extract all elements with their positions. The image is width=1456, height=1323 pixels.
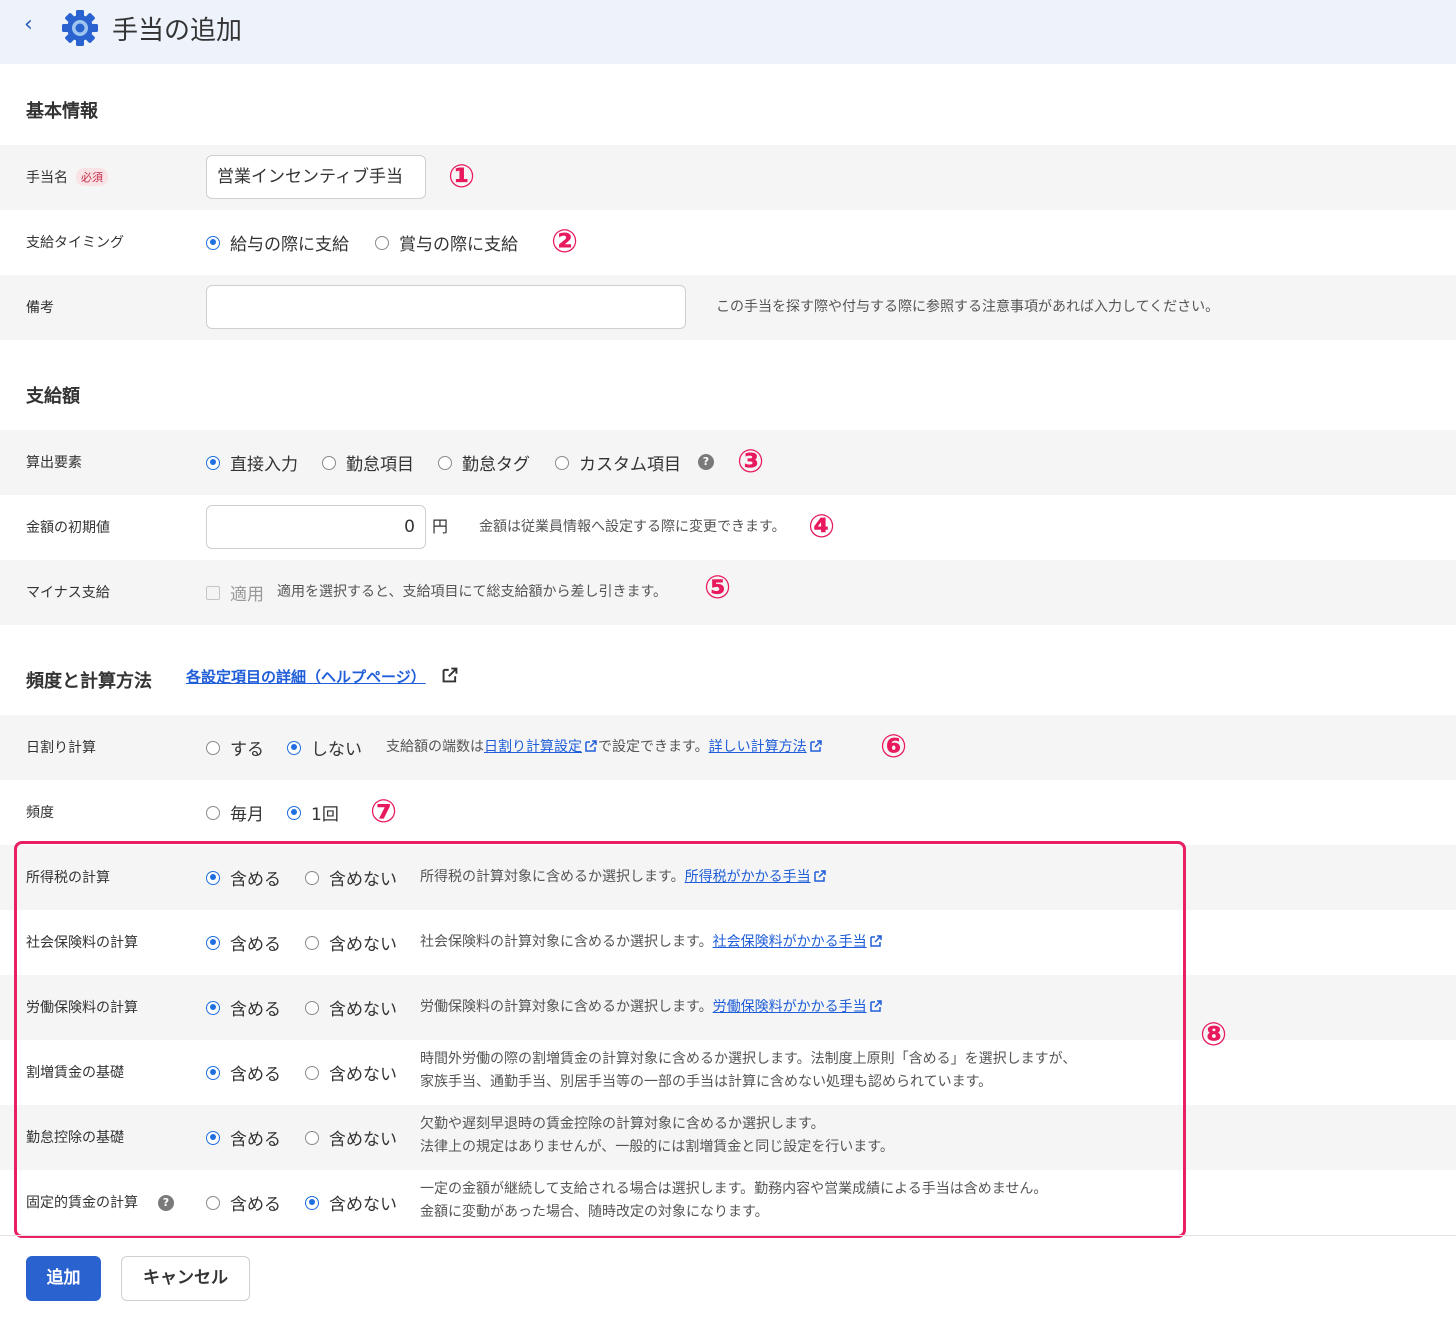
daily-calc-label: 日割り計算 — [26, 740, 96, 756]
initial-amount-label: 金額の初期値 — [26, 520, 110, 536]
initial-amount-note: 金額は従業員情報へ設定する際に変更できます。 — [479, 519, 786, 535]
minus-payment-label: マイナス支給 — [26, 585, 110, 601]
allowance-name-input[interactable]: 営業インセンティブ手当 — [206, 155, 426, 199]
back-button[interactable]: ‹ — [24, 12, 33, 37]
calc-custom-item-radio[interactable]: カスタム項目 — [555, 450, 681, 475]
radio-selected-icon — [206, 455, 220, 470]
checkbox-icon — [206, 585, 220, 600]
gear-icon — [62, 10, 98, 46]
frequency-monthly-label: 毎月 — [230, 805, 264, 825]
row-minus-payment: マイナス支給 適用 適用を選択すると、支給項目にて総支給額から差し引きます。 ⑤ — [0, 560, 1456, 625]
radio-selected-icon — [287, 805, 301, 820]
calc-attendance-item-radio[interactable]: 勤怠項目 — [322, 450, 414, 475]
calc-element-label: 算出要素 — [26, 455, 82, 471]
annotation-1: ① — [448, 157, 476, 195]
calc-attendance-tag-label: 勤怠タグ — [462, 455, 530, 475]
add-button[interactable]: 追加 — [26, 1256, 101, 1301]
annotation-2: ② — [551, 222, 579, 260]
calc-attendance-item-label: 勤怠項目 — [346, 455, 414, 475]
radio-selected-icon — [206, 235, 220, 250]
row-frequency: 頻度 毎月 1回 ⑦ — [0, 780, 1456, 845]
page-header: ‹ 手当の追加 — [0, 0, 1456, 64]
calc-direct-radio[interactable]: 直接入力 — [206, 450, 298, 475]
cancel-button[interactable]: キャンセル — [121, 1256, 250, 1301]
calc-method-link[interactable]: 詳しい計算方法 — [709, 739, 807, 755]
external-link-icon — [585, 740, 597, 752]
frequency-label: 頻度 — [26, 805, 54, 821]
memo-input[interactable] — [206, 285, 686, 329]
daily-no-radio[interactable]: しない — [287, 735, 362, 760]
annotation-3: ③ — [737, 442, 765, 480]
help-page-link-wrap[interactable]: 各設定項目の詳細（ヘルプページ） — [186, 666, 459, 689]
daily-calc-note: 支給額の端数は日割り計算設定 で設定できます。詳しい計算方法 — [386, 736, 823, 759]
radio-icon — [206, 805, 220, 820]
row-memo: 備考 この手当を探す際や付与する際に参照する注意事項があれば入力してください。 — [0, 275, 1456, 340]
timing-bonus-label: 賞与の際に支給 — [399, 235, 518, 255]
calc-custom-item-label: カスタム項目 — [579, 455, 681, 475]
section-frequency-title: 頻度と計算方法 — [26, 671, 152, 692]
row-allowance-name: 手当名 必須 営業インセンティブ手当 ① — [0, 145, 1456, 210]
frequency-once-label: 1回 — [311, 805, 339, 825]
row-calc-element: 算出要素 直接入力 勤怠項目 勤怠タグ カスタム項目 ? ③ — [0, 430, 1456, 495]
help-page-link[interactable]: 各設定項目の詳細（ヘルプページ） — [186, 668, 426, 686]
timing-salary-radio[interactable]: 給与の際に支給 — [206, 230, 349, 255]
minus-apply-label: 適用 — [230, 585, 264, 605]
daily-no-label: しない — [311, 740, 362, 760]
radio-icon — [555, 455, 569, 470]
timing-bonus-radio[interactable]: 賞与の際に支給 — [375, 230, 518, 255]
initial-amount-input[interactable]: 0 — [206, 505, 426, 549]
frequency-once-radio[interactable]: 1回 — [287, 800, 339, 825]
minus-apply-checkbox[interactable]: 適用 — [206, 580, 264, 605]
footer-divider — [0, 1235, 1456, 1236]
section-basic-title: 基本情報 — [26, 101, 98, 122]
help-icon[interactable]: ? — [698, 454, 714, 470]
section-amount-title: 支給額 — [26, 386, 80, 407]
annotation-5: ⑤ — [704, 568, 732, 606]
allowance-name-label: 手当名 必須 — [26, 167, 108, 187]
annotation-7: ⑦ — [370, 792, 398, 830]
yen-unit: 円 — [432, 517, 449, 536]
daily-calc-settings-link[interactable]: 日割り計算設定 — [484, 739, 582, 755]
memo-label: 備考 — [26, 300, 54, 316]
payment-timing-label: 支給タイミング — [26, 235, 124, 251]
row-initial-amount: 金額の初期値 0 円 金額は従業員情報へ設定する際に変更できます。 ④ — [0, 495, 1456, 560]
radio-icon — [375, 235, 389, 250]
daily-yes-radio[interactable]: する — [206, 735, 264, 760]
radio-selected-icon — [287, 740, 301, 755]
external-link-icon — [809, 740, 822, 752]
timing-salary-label: 給与の際に支給 — [230, 235, 349, 255]
row-daily-calc: 日割り計算 する しない 支給額の端数は日割り計算設定 で設定できます。詳しい計算… — [0, 715, 1456, 780]
minus-payment-note: 適用を選択すると、支給項目にて総支給額から差し引きます。 — [277, 584, 668, 600]
radio-icon — [438, 455, 452, 470]
page-title: 手当の追加 — [112, 16, 243, 46]
memo-note: この手当を探す際や付与する際に参照する注意事項があれば入力してください。 — [716, 299, 1220, 315]
external-link-icon — [442, 667, 458, 683]
radio-icon — [206, 740, 220, 755]
daily-yes-label: する — [230, 740, 264, 760]
annotation-4: ④ — [808, 507, 836, 545]
required-badge: 必須 — [76, 168, 108, 186]
highlight-box — [14, 841, 1186, 1238]
calc-attendance-tag-radio[interactable]: 勤怠タグ — [438, 450, 530, 475]
annotation-6: ⑥ — [880, 727, 908, 765]
calc-direct-label: 直接入力 — [230, 455, 298, 475]
frequency-monthly-radio[interactable]: 毎月 — [206, 800, 264, 825]
radio-icon — [322, 455, 336, 470]
annotation-8: ⑧ — [1200, 1015, 1228, 1053]
row-payment-timing: 支給タイミング 給与の際に支給 賞与の際に支給 ② — [0, 210, 1456, 275]
